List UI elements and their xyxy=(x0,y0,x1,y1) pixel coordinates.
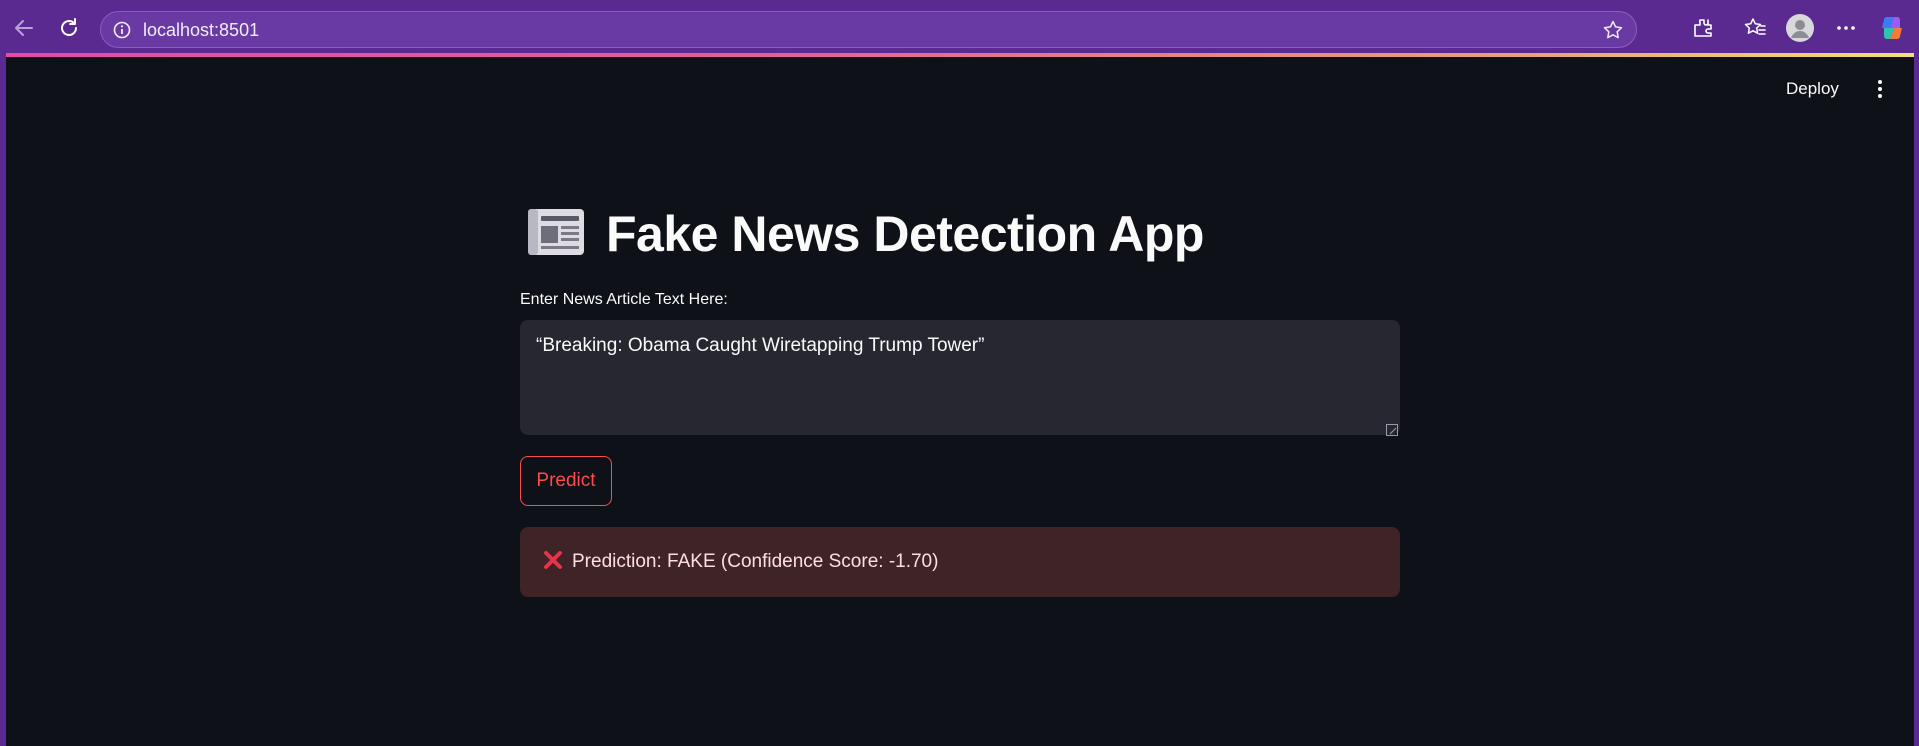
extensions-icon[interactable] xyxy=(1685,10,1721,46)
predict-button[interactable]: Predict xyxy=(520,456,612,506)
refresh-icon[interactable] xyxy=(51,10,87,46)
kebab-menu-icon[interactable] xyxy=(1868,77,1892,101)
url-text[interactable]: localhost:8501 xyxy=(143,21,259,39)
article-input-label: Enter News Article Text Here: xyxy=(520,291,728,308)
prediction-result-alert: Prediction: FAKE (Confidence Score: -1.7… xyxy=(520,527,1400,597)
more-icon[interactable] xyxy=(1828,10,1864,46)
prediction-result-text: Prediction: FAKE (Confidence Score: -1.7… xyxy=(572,551,939,572)
resize-handle-icon[interactable] xyxy=(1386,423,1398,436)
info-icon[interactable] xyxy=(112,20,132,40)
favorites-icon[interactable] xyxy=(1737,10,1773,46)
star-icon[interactable] xyxy=(1602,19,1624,41)
cross-mark-icon xyxy=(542,549,572,576)
app-container: Deploy Fake News Detection App Enter New… xyxy=(6,57,1914,746)
address-bar[interactable]: localhost:8501 xyxy=(100,11,1637,48)
page-title: Fake News Detection App xyxy=(606,206,1204,262)
title-row: Fake News Detection App xyxy=(526,199,1204,269)
profile-icon[interactable] xyxy=(1782,10,1818,46)
copilot-icon[interactable] xyxy=(1874,10,1910,46)
article-textarea[interactable]: “Breaking: Obama Caught Wiretapping Trum… xyxy=(520,320,1400,435)
back-icon[interactable] xyxy=(6,10,42,46)
deploy-button[interactable]: Deploy xyxy=(1786,79,1839,99)
browser-toolbar: localhost:8501 xyxy=(0,0,1919,56)
newspaper-icon xyxy=(526,206,606,263)
